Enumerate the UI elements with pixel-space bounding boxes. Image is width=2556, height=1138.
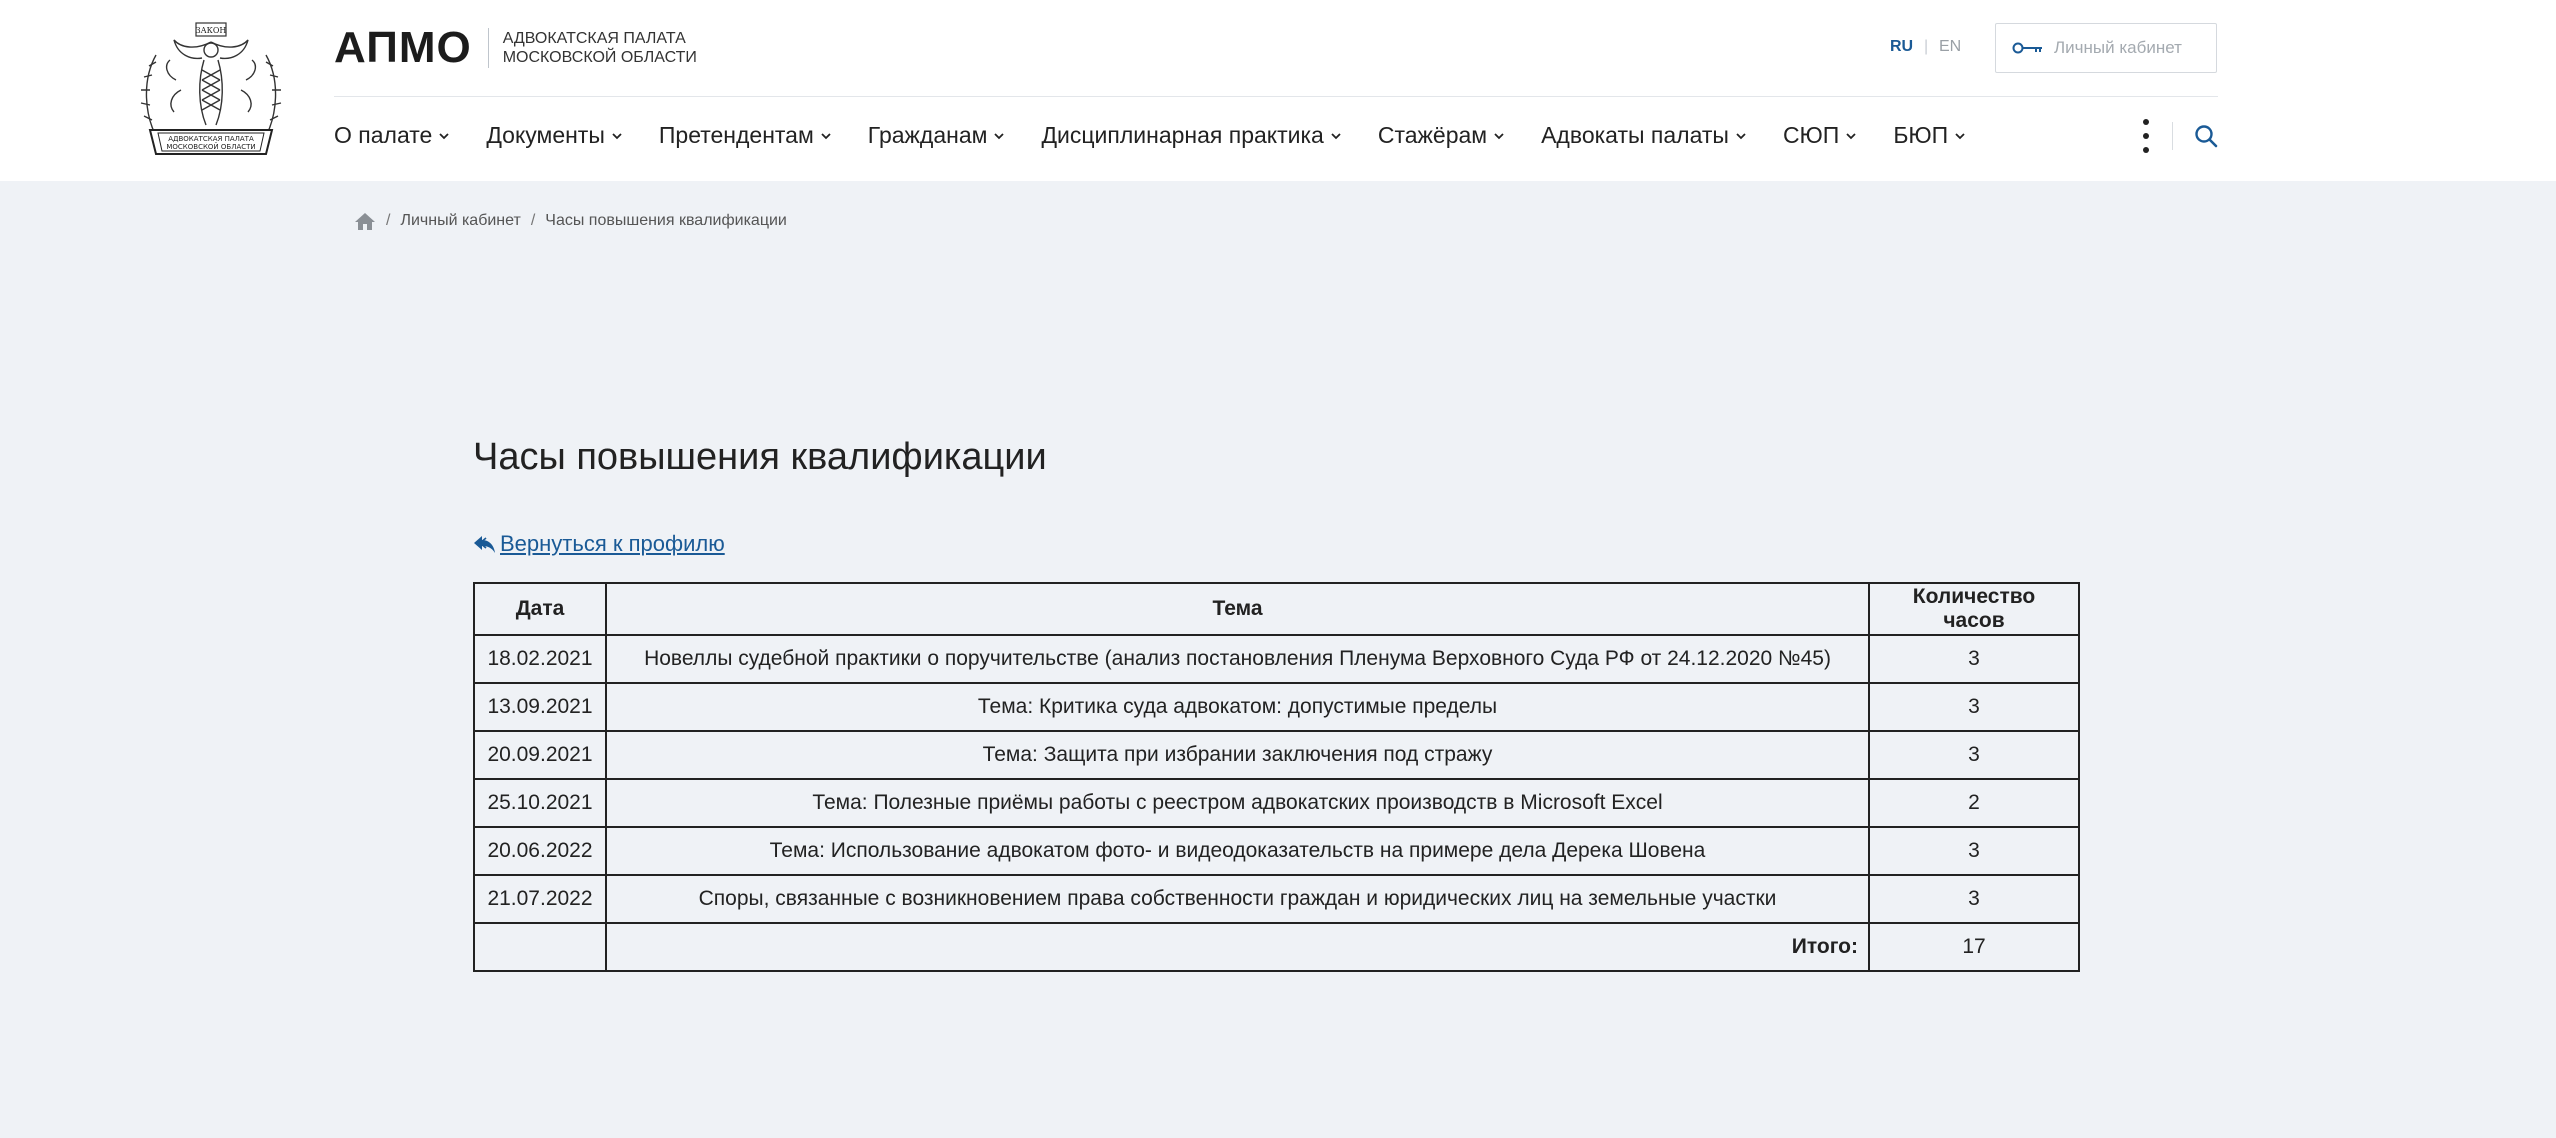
nav-item-label: Дисциплинарная практика [1041, 121, 1324, 148]
table-total-row: Итого: 17 [473, 922, 2080, 972]
table-row: 20.06.2022 Тема: Использование адвокатом… [473, 826, 2080, 876]
brand-name-line2: МОСКОВСКОЙ ОБЛАСТИ [502, 49, 697, 66]
chevron-down-icon [1736, 132, 1746, 139]
chevron-down-icon [994, 132, 1005, 139]
chevron-down-icon [439, 132, 449, 139]
search-icon[interactable] [2193, 123, 2219, 149]
total-value: 17 [1868, 922, 2080, 972]
breadcrumb-separator: / [386, 212, 391, 229]
personal-cabinet-label: Личный кабинет [2054, 38, 2182, 57]
chevron-down-icon [1331, 132, 1341, 139]
nav-item-label: О палате [334, 121, 433, 148]
chevron-down-icon [1955, 132, 1965, 139]
nav-item-lawyers[interactable]: Адвокаты палаты [1541, 122, 1746, 149]
chevron-down-icon [821, 132, 831, 139]
table-row: 18.02.2021 Новеллы судебной практики о п… [473, 634, 2080, 684]
cell-date: 20.09.2021 [473, 730, 607, 780]
cell-hours: 3 [1868, 826, 2080, 876]
nav-item-label: Претендентам [658, 121, 814, 148]
table-header-row: Дата Тема Количество часов [473, 582, 2080, 636]
cell-topic: Споры, связанные с возникновением права … [605, 874, 1870, 924]
table-row: 13.09.2021 Тема: Критика суда адвокатом:… [473, 682, 2080, 732]
cell-date: 21.07.2022 [473, 874, 607, 924]
breadcrumb-separator: / [530, 212, 536, 229]
cell-topic: Тема: Полезные приёмы работы с реестром … [605, 778, 1870, 828]
site-header: ЗАКОН АДВОКАТСКАЯ ПАЛАТА МОСКОВСКОЙ ОБЛА… [0, 0, 2556, 181]
nav-item-disciplinary[interactable]: Дисциплинарная практика [1041, 121, 1341, 149]
breadcrumb: / Личный кабинет / Часы повышения квалиф… [354, 209, 787, 233]
column-header-hours: Количество часов [1868, 582, 2080, 636]
table-row: 21.07.2022 Споры, связанные с возникнове… [473, 874, 2080, 924]
chevron-down-icon [612, 132, 622, 139]
column-header-topic: Тема [605, 582, 1870, 636]
lang-ru-link[interactable]: RU [1890, 38, 1913, 56]
emblem-banner-line1: АДВОКАТСКАЯ ПАЛАТА [168, 135, 254, 143]
brand-name-line1: АДВОКАТСКАЯ ПАЛАТА [502, 30, 686, 47]
page-title: Часы повышения квалификации [473, 436, 1047, 478]
nav-vertical-divider [2172, 122, 2173, 150]
cell-topic: Тема: Критика суда адвокатом: допустимые… [605, 682, 1870, 732]
total-label: Итого: [605, 922, 1870, 972]
reply-icon [474, 536, 495, 553]
brand-logo[interactable]: АПМО АДВОКАТСКАЯ ПАЛАТА МОСКОВСКОЙ ОБЛАС… [334, 20, 697, 76]
cell-hours: 2 [1868, 778, 2080, 828]
cell-empty [473, 922, 607, 972]
personal-cabinet-button[interactable]: Личный кабинет [1995, 23, 2217, 73]
cell-topic: Тема: Использование адвокатом фото- и ви… [605, 826, 1870, 876]
lang-en-link[interactable]: EN [1939, 38, 1961, 56]
chevron-down-icon [1846, 132, 1856, 139]
emblem-banner-line2: МОСКОВСКОЙ ОБЛАСТИ [166, 142, 255, 151]
cell-date: 13.09.2021 [473, 682, 607, 732]
table-row: 20.09.2021 Тема: Защита при избрании зак… [473, 730, 2080, 780]
nav-item-about[interactable]: О палате [334, 122, 449, 149]
qualification-hours-table: Дата Тема Количество часов 18.02.2021 Но… [473, 582, 2080, 972]
lang-divider: | [1924, 38, 1929, 55]
main-nav: О палате Документы Претендентам Граждана… [334, 118, 2002, 152]
cell-date: 18.02.2021 [473, 634, 607, 684]
cell-hours: 3 [1868, 874, 2080, 924]
brand-abbreviation: АПМО [334, 23, 472, 72]
nav-item-syup[interactable]: СЮП [1783, 122, 1856, 149]
nav-item-label: БЮП [1893, 121, 1949, 148]
nav-item-label: Стажёрам [1377, 121, 1488, 148]
cell-hours: 3 [1868, 730, 2080, 780]
nav-item-label: Документы [486, 121, 605, 148]
emblem-top-text: ЗАКОН [196, 26, 227, 35]
nav-divider [334, 96, 2218, 97]
kebab-icon[interactable] [2136, 116, 2156, 156]
cell-hours: 3 [1868, 634, 2080, 684]
nav-item-trainees[interactable]: Стажёрам [1378, 122, 1504, 149]
home-icon[interactable] [354, 211, 376, 231]
table-row: 25.10.2021 Тема: Полезные приёмы работы … [473, 778, 2080, 828]
nav-item-citizens[interactable]: Гражданам [868, 122, 1005, 149]
brand-divider [487, 28, 489, 68]
key-icon [2012, 42, 2042, 54]
cell-date: 25.10.2021 [473, 778, 607, 828]
cell-topic: Тема: Защита при избрании заключения под… [605, 730, 1870, 780]
back-to-profile-label: Вернуться к профилю [500, 531, 725, 556]
breadcrumb-current-page: Часы повышения квалификации [545, 212, 787, 229]
column-header-date: Дата [473, 582, 607, 636]
cell-date: 20.06.2022 [473, 826, 607, 876]
nav-item-label: Гражданам [867, 121, 988, 148]
nav-item-label: СЮП [1782, 121, 1840, 148]
nav-item-byup[interactable]: БЮП [1893, 122, 1965, 149]
breadcrumb-personal-cabinet[interactable]: Личный кабинет [400, 212, 520, 230]
brand-full-name: АДВОКАТСКАЯ ПАЛАТА МОСКОВСКОЙ ОБЛАСТИ [503, 29, 697, 67]
nav-item-applicants[interactable]: Претендентам [659, 122, 831, 149]
cell-topic: Новеллы судебной практики о поручительст… [605, 634, 1870, 684]
nav-item-documents[interactable]: Документы [486, 122, 622, 149]
cell-hours: 3 [1868, 682, 2080, 732]
back-to-profile-link[interactable]: Вернуться к профилю [473, 531, 725, 557]
apmo-emblem-logo[interactable]: ЗАКОН АДВОКАТСКАЯ ПАЛАТА МОСКОВСКОЙ ОБЛА… [136, 20, 286, 162]
nav-item-label: Адвокаты палаты [1541, 121, 1729, 148]
chevron-down-icon [1494, 132, 1504, 139]
